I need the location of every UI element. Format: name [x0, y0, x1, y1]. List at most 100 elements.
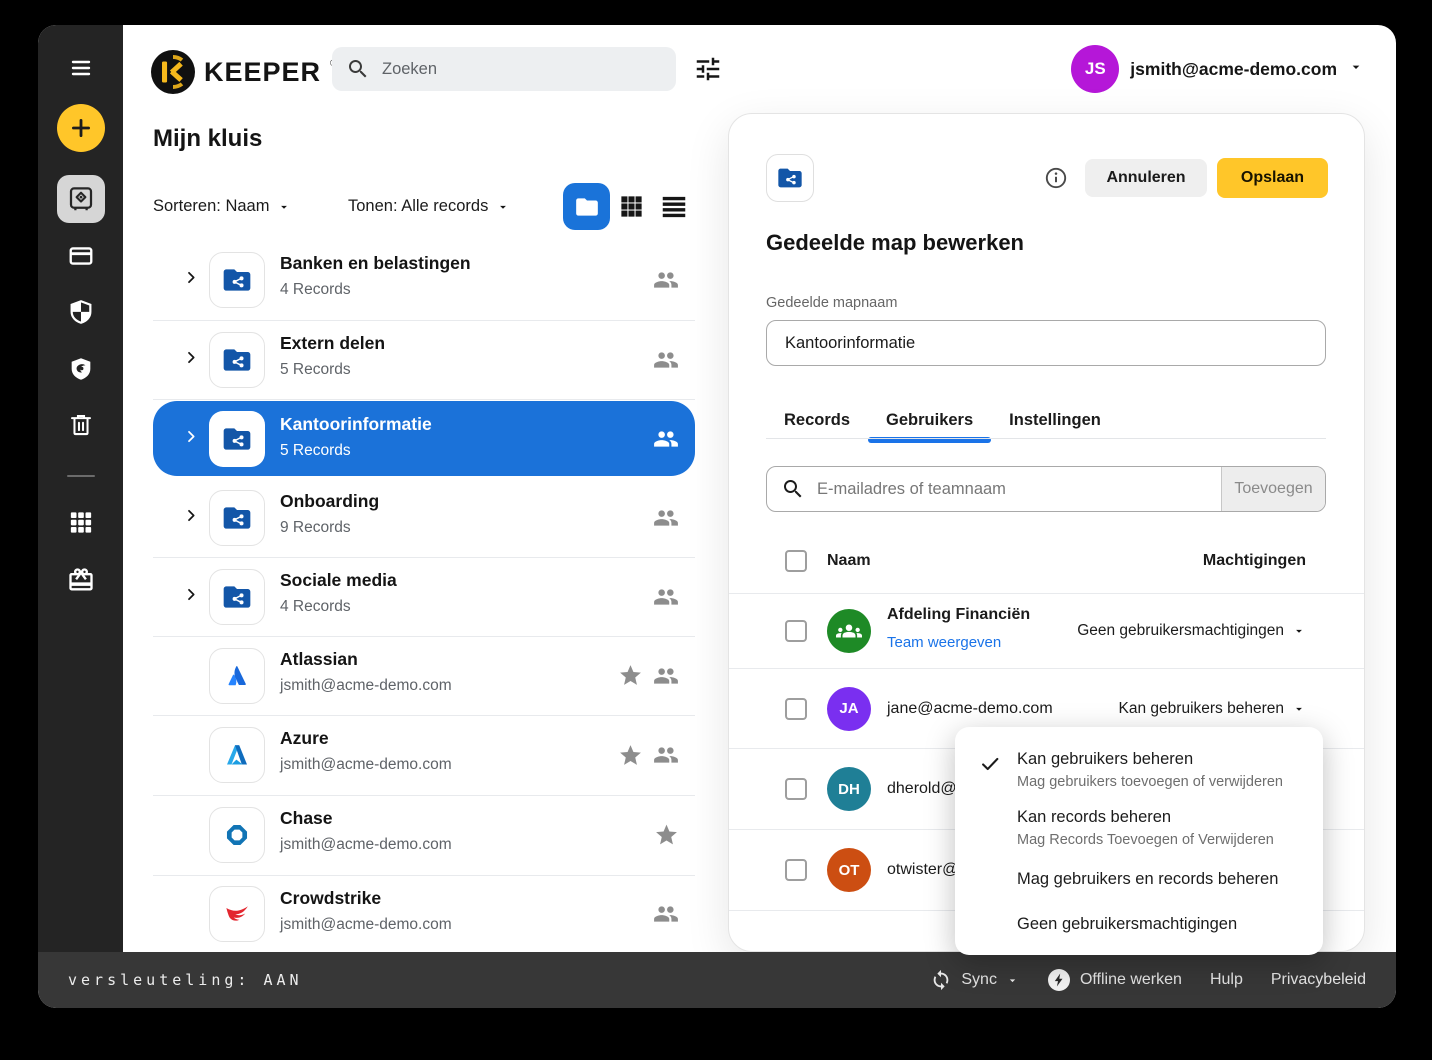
member-row-team[interactable]: Afdeling Financiën Team weergeven Geen g… [729, 594, 1364, 669]
shared-users-icon [654, 430, 678, 447]
chevron-down-icon [1009, 978, 1016, 982]
tab-records[interactable]: Records [766, 404, 868, 436]
folder-row[interactable]: Banken en belastingen 4 Records [153, 240, 695, 321]
sync-icon [934, 969, 949, 991]
row-checkbox[interactable] [785, 620, 807, 642]
gift-icon [68, 568, 93, 591]
nav-security-audit[interactable] [67, 298, 95, 326]
help-link[interactable]: Hulp [1210, 971, 1243, 989]
column-permissions: Machtigingen [1202, 552, 1306, 569]
user-avatar: OT [827, 848, 871, 892]
folder-row[interactable]: Sociale media 4 Records [153, 557, 695, 637]
vault-icon [69, 187, 92, 211]
add-member-button[interactable]: Toevoegen [1221, 467, 1325, 511]
sort-dropdown[interactable]: Sorteren: Naam [153, 197, 291, 216]
nav-app-switcher[interactable] [67, 509, 94, 536]
team-icon [836, 624, 862, 638]
record-name: Chase [280, 808, 333, 828]
record-row[interactable]: Azure jsmith@acme-demo.com [153, 715, 695, 796]
account-email: jsmith@acme-demo.com [1130, 58, 1337, 79]
menu-item-description: Mag Records Toevoegen of Verwijderen [1017, 832, 1274, 848]
app-window: KEEPER ® JS jsmith@acme-demo.com [38, 25, 1396, 1008]
global-search[interactable] [332, 47, 676, 91]
sync-button[interactable]: Sync [930, 969, 1019, 991]
chevron-down-icon [500, 205, 507, 209]
view-grid-button[interactable] [618, 193, 645, 225]
select-all-checkbox[interactable] [785, 550, 807, 572]
shield-icon [70, 300, 91, 324]
menu-item-no-permissions[interactable]: Geen gebruikersmachtigingen [955, 902, 1323, 939]
crowdstrike-logo-icon [209, 885, 265, 942]
cancel-button[interactable]: Annuleren [1085, 159, 1207, 197]
create-new-button[interactable] [56, 104, 105, 152]
offline-mode-button[interactable]: Offline werken [1047, 968, 1182, 992]
nav-referral[interactable] [67, 566, 95, 594]
search-icon [781, 477, 805, 501]
menu-item-manage-records[interactable]: Kan records beheren Mag Records Toevoege… [955, 799, 1323, 857]
folder-name: Extern delen [280, 333, 386, 353]
folder-row-selected[interactable]: Kantoorinformatie 5 Records [153, 401, 695, 476]
nav-vault[interactable] [56, 175, 105, 223]
chevron-down-icon [1348, 59, 1364, 80]
member-name: dherold@ [887, 780, 957, 797]
record-subtitle: jsmith@acme-demo.com [280, 836, 452, 853]
folder-count: 5 Records [280, 442, 351, 459]
search-icon [346, 57, 370, 81]
save-button[interactable]: Opslaan [1217, 158, 1328, 198]
vault-list: Banken en belastingen 4 Records Extern d… [153, 240, 695, 952]
filter-settings-button[interactable] [693, 54, 723, 84]
atlassian-logo-icon [209, 647, 265, 704]
record-row[interactable]: Chase jsmith@acme-demo.com [153, 795, 695, 876]
view-folders-button[interactable] [563, 183, 610, 230]
folder-name-input[interactable] [766, 320, 1326, 366]
chase-logo-icon [209, 807, 265, 863]
folder-row[interactable]: Extern delen 5 Records [153, 320, 695, 400]
chevron-right-icon[interactable] [183, 428, 199, 449]
folder-row[interactable]: Onboarding 9 Records [153, 478, 695, 558]
menu-button[interactable] [67, 56, 95, 80]
nav-deleted-items[interactable] [67, 411, 94, 438]
privacy-link[interactable]: Privacybeleid [1271, 971, 1366, 989]
record-row[interactable]: Crowdstrike jsmith@acme-demo.com [153, 875, 695, 952]
chevron-right-icon[interactable] [183, 349, 199, 370]
view-team-link[interactable]: Team weergeven [887, 634, 1001, 651]
folder-name: Banken en belastingen [280, 253, 471, 273]
member-search-input[interactable] [805, 478, 1221, 500]
filter-dropdown[interactable]: Tonen: Alle records [348, 197, 510, 216]
chevron-right-icon[interactable] [183, 270, 199, 291]
tab-users[interactable]: Gebruikers [868, 404, 992, 443]
search-input[interactable] [380, 58, 662, 80]
member-search: Toevoegen [766, 466, 1326, 512]
shared-folder-icon [209, 410, 265, 467]
row-checkbox[interactable] [785, 859, 807, 881]
chevron-right-icon[interactable] [183, 586, 199, 607]
check-icon [979, 753, 1001, 780]
menu-item-manage-users-and-records[interactable]: Mag gebruikers en records beheren [955, 857, 1323, 902]
row-checkbox[interactable] [785, 697, 807, 720]
permission-dropdown[interactable]: Kan gebruikers beheren [1119, 700, 1306, 718]
apps-grid-icon [70, 512, 91, 533]
trash-icon [70, 414, 91, 436]
info-icon[interactable] [1044, 166, 1068, 190]
folder-name: Onboarding [280, 491, 380, 511]
permission-menu: Kan gebruikers beheren Mag gebruikers to… [955, 727, 1323, 955]
breachwatch-shield-icon [71, 358, 90, 380]
record-name: Azure [280, 728, 329, 748]
nav-breachwatch[interactable] [67, 355, 95, 383]
menu-item-manage-users[interactable]: Kan gebruikers beheren Mag gebruikers to… [955, 741, 1323, 799]
chevron-right-icon[interactable] [183, 507, 199, 528]
permission-dropdown[interactable]: Geen gebruikersmachtigingen [1077, 622, 1306, 640]
encryption-status: versleuteling: AAN [68, 971, 303, 989]
star-icon [620, 665, 641, 685]
menu-item-label: Kan records beheren [1017, 808, 1172, 826]
folder-count: 5 Records [280, 361, 351, 378]
account-menu[interactable]: JS jsmith@acme-demo.com [1071, 45, 1364, 93]
tab-settings[interactable]: Instellingen [991, 404, 1119, 436]
view-list-button[interactable] [659, 192, 689, 227]
record-row[interactable]: Atlassian jsmith@acme-demo.com [153, 636, 695, 716]
sidebar [38, 25, 123, 952]
folder-name: Kantoorinformatie [280, 414, 432, 434]
nav-payment-cards[interactable] [67, 242, 95, 270]
row-checkbox[interactable] [785, 778, 807, 800]
user-avatar: JA [827, 686, 871, 731]
